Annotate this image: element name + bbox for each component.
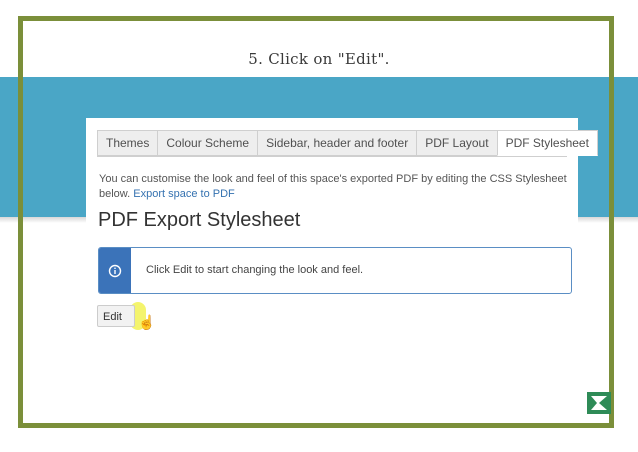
info-text: Click Edit to start changing the look an… [146, 264, 364, 276]
edit-button[interactable]: Edit [97, 305, 135, 327]
info-icon [108, 264, 122, 277]
export-space-link[interactable]: Export space to PDF [133, 188, 235, 200]
info-bar [99, 248, 131, 293]
screenshot-card: Themes Colour Scheme Sidebar, header and… [86, 118, 598, 336]
tab-bar: Themes Colour Scheme Sidebar, header and… [97, 130, 598, 156]
hand-cursor-icon: ☝ [138, 314, 156, 330]
tab-colour-scheme[interactable]: Colour Scheme [157, 130, 259, 156]
step-caption: 5. Click on "Edit". [248, 50, 390, 68]
tab-pdf-layout[interactable]: PDF Layout [416, 130, 498, 156]
info-message: Click Edit to start changing the look an… [98, 247, 572, 294]
description: You can customise the look and feel of t… [99, 172, 571, 202]
tab-underline [97, 156, 567, 157]
tab-sidebar-header-footer[interactable]: Sidebar, header and footer [257, 130, 418, 156]
page-heading: PDF Export Stylesheet [98, 209, 301, 231]
tab-pdf-stylesheet[interactable]: PDF Stylesheet [496, 130, 598, 156]
tab-themes[interactable]: Themes [97, 130, 159, 156]
logo-icon [587, 392, 611, 414]
